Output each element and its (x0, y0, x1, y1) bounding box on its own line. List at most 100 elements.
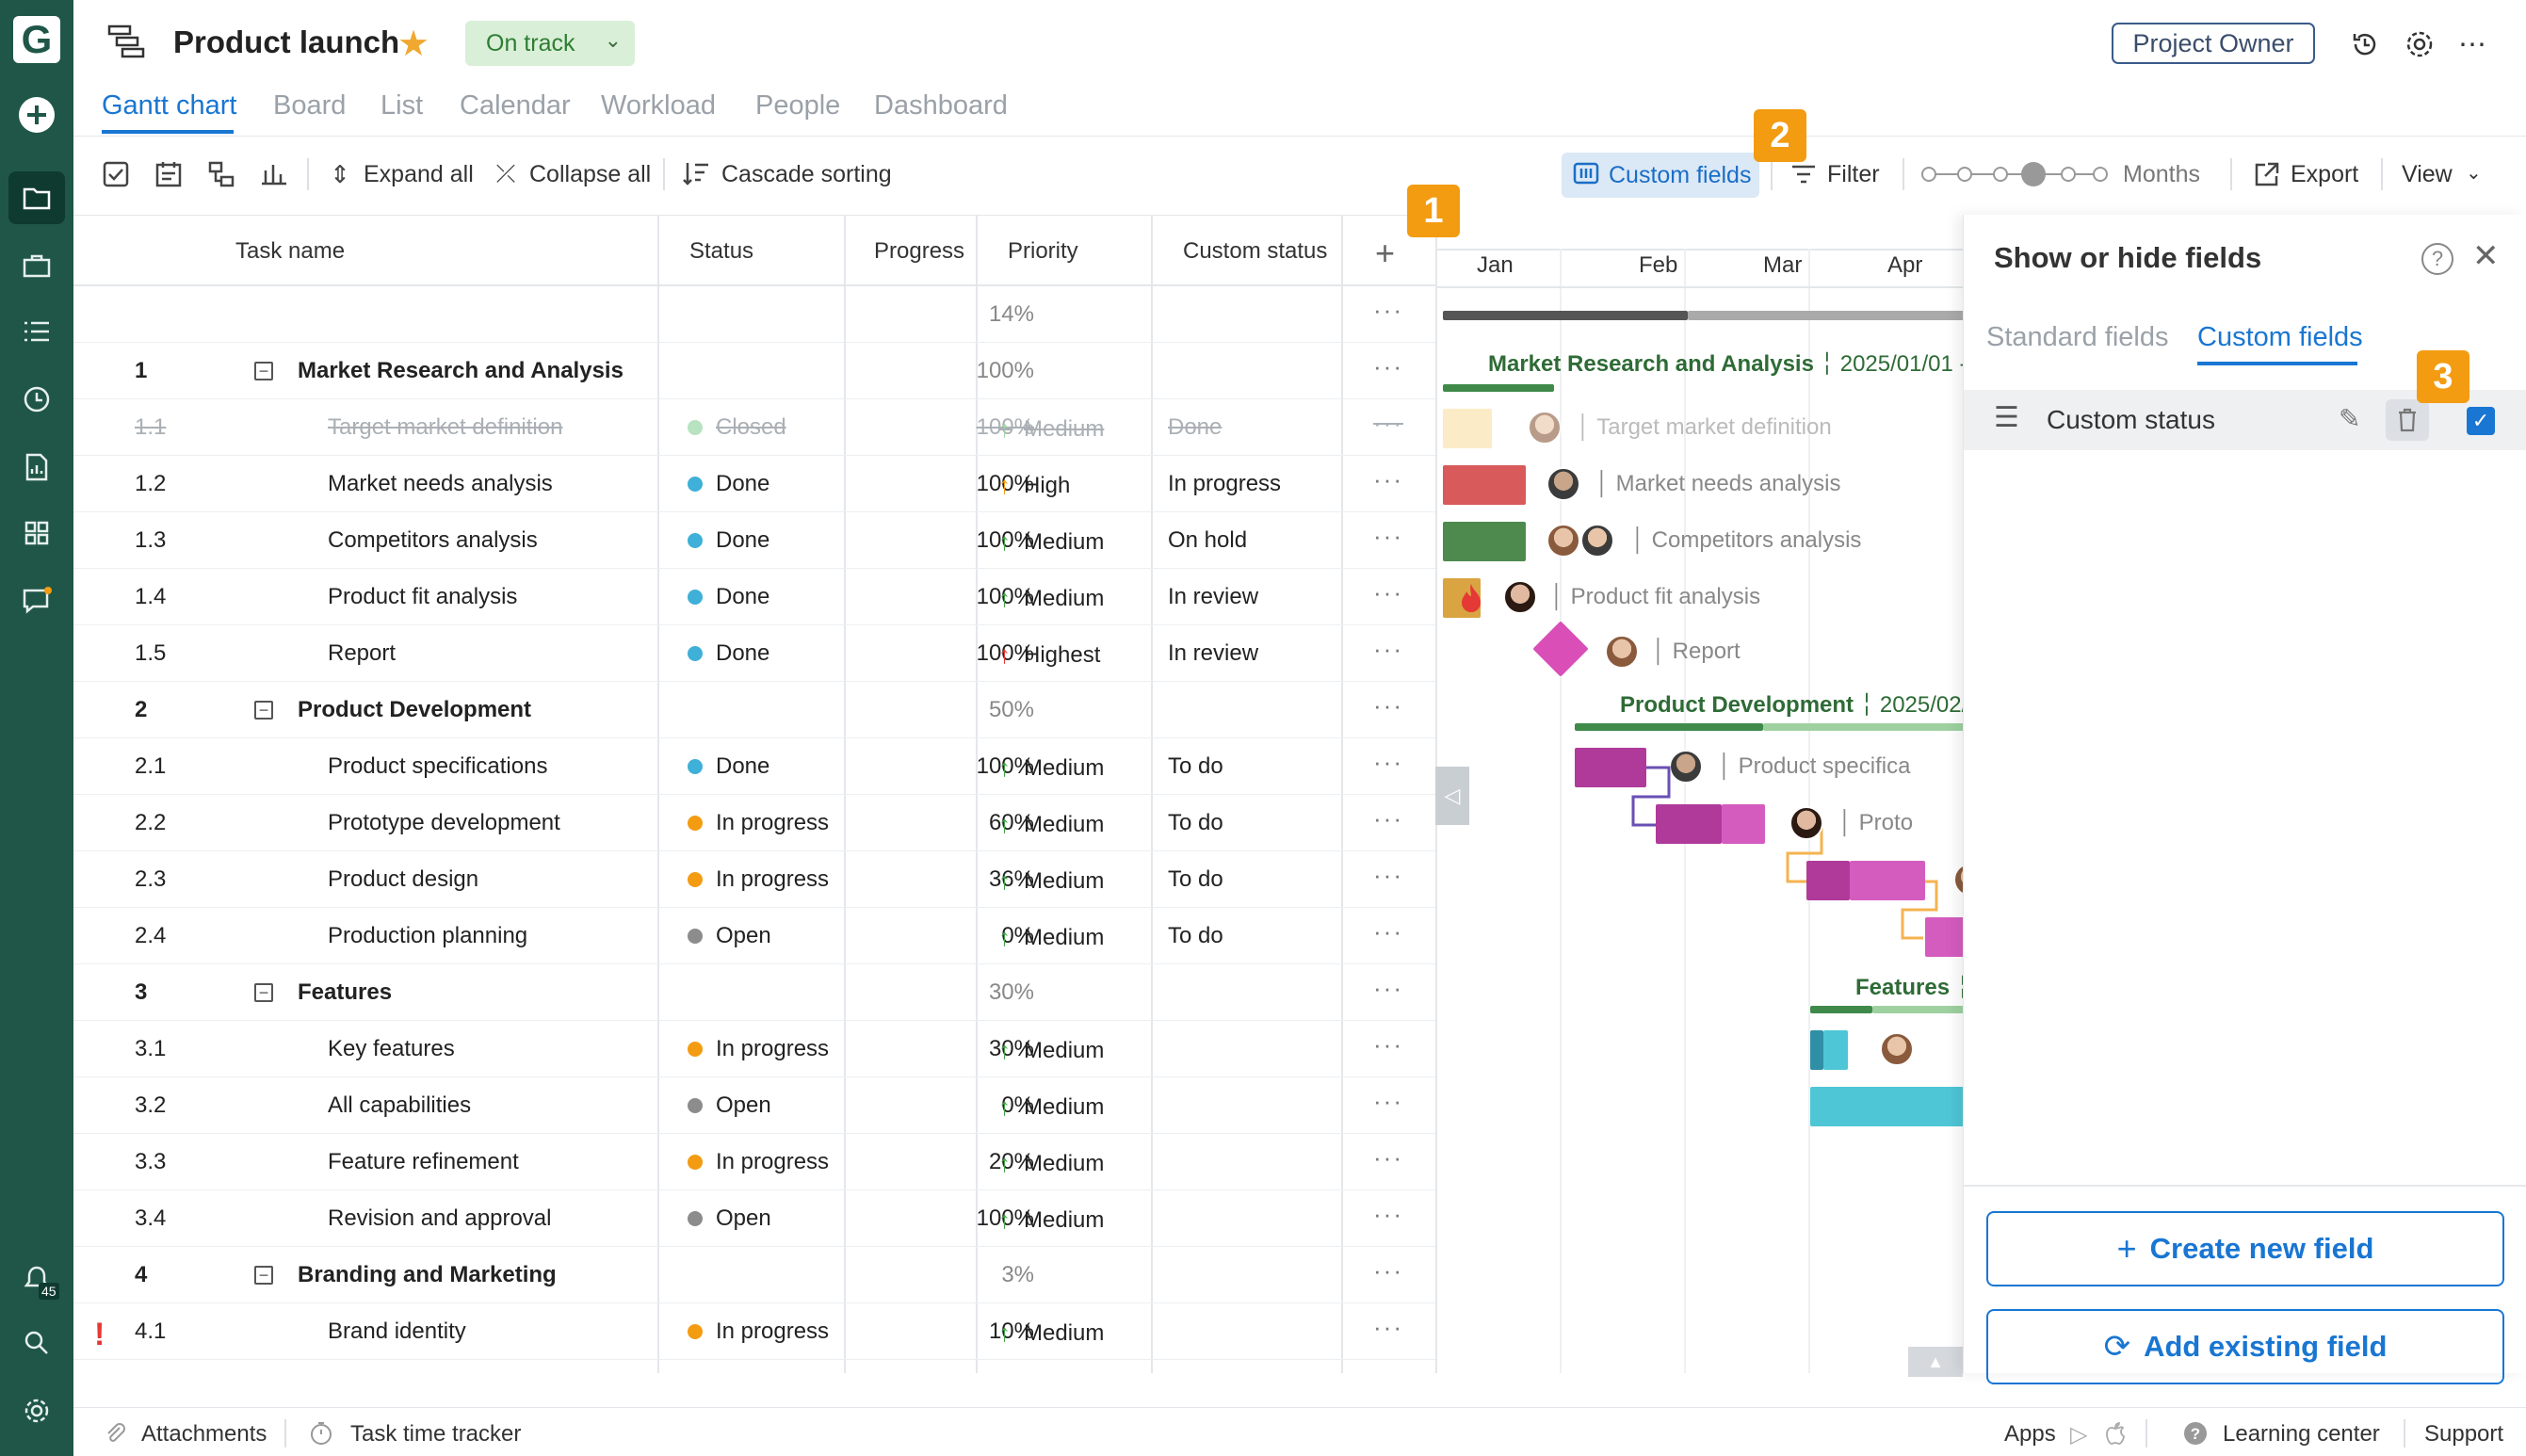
column-header-status[interactable]: Status (689, 238, 753, 265)
column-header-priority[interactable]: Priority (1008, 238, 1078, 265)
group-row[interactable]: 2 − Product Development 50% ··· (73, 682, 1435, 738)
collapse-toggle-icon[interactable]: − (254, 983, 273, 1002)
task-name[interactable]: Product design (328, 866, 478, 893)
row-more-icon[interactable]: ··· (1373, 465, 1403, 494)
zoom-step[interactable] (1957, 167, 1972, 182)
row-more-icon[interactable]: ··· (1373, 1313, 1403, 1342)
table-row[interactable]: 3.4 Revision and approval Open 100% ↑ Medium ·… (73, 1190, 1435, 1247)
table-row[interactable]: 2.1 Product specifications Done 100% ↑ Medium… (73, 738, 1435, 795)
task-name[interactable]: Production planning (328, 923, 527, 949)
tab-standard-fields[interactable]: Standard fields (1986, 322, 2168, 353)
task-priority[interactable]: ↑ Medium (998, 1318, 1104, 1348)
table-row[interactable]: 1.4 Product fit analysis Done 100% ↑ Medium In… (73, 569, 1435, 625)
table-row[interactable]: 2.4 Production planning Open 0% ↑ Medium To do… (73, 908, 1435, 964)
drag-handle-icon[interactable]: ☰ (1994, 401, 2019, 434)
portfolio-briefcase-icon[interactable] (18, 247, 56, 284)
cascade-sorting-button[interactable]: Cascade sorting (721, 161, 892, 188)
task-status[interactable]: Done (688, 640, 769, 667)
tab-dashboard[interactable]: Dashboard (874, 90, 1008, 121)
task-bar[interactable] (1810, 1087, 1963, 1126)
task-name[interactable]: Features (298, 979, 392, 1006)
table-row[interactable]: 1.1 Target market definition Closed 100% ↑ Me… (73, 399, 1435, 456)
sort-icon[interactable] (680, 158, 712, 190)
chat-icon[interactable] (18, 582, 56, 620)
row-more-icon[interactable]: ··· (1373, 578, 1403, 607)
attachments-button[interactable]: Attachments (141, 1421, 267, 1448)
task-status[interactable]: Closed (688, 414, 786, 441)
group-progress-bar[interactable] (1810, 1006, 1872, 1013)
group-row[interactable]: 1 − Market Research and Analysis 100% ··· (73, 343, 1435, 399)
row-more-icon[interactable]: ··· (1373, 1256, 1403, 1286)
row-more-icon[interactable]: ··· (1373, 296, 1403, 325)
baseline-icon[interactable] (258, 158, 290, 190)
apple-icon[interactable] (2104, 1421, 2127, 1452)
apps-label[interactable]: Apps (2004, 1421, 2056, 1448)
table-row[interactable]: 2.2 Prototype development In progress 60% ↑ M… (73, 795, 1435, 851)
task-custom-status[interactable]: On hold (1168, 527, 1247, 554)
row-more-icon[interactable]: ··· (1373, 917, 1403, 946)
task-priority[interactable]: ↑ Medium (998, 1205, 1104, 1235)
row-more-icon[interactable]: ··· (1373, 522, 1403, 551)
row-more-icon[interactable]: ··· (1373, 974, 1403, 1003)
tab-list[interactable]: List (381, 90, 423, 121)
tab-custom-fields[interactable]: Custom fields (2197, 322, 2363, 353)
calendar-settings-icon[interactable] (153, 158, 185, 190)
edit-pencil-icon[interactable]: ✎ (2339, 403, 2360, 434)
google-play-icon[interactable]: ▷ (2070, 1421, 2087, 1448)
task-status[interactable]: Open (688, 1092, 771, 1119)
resources-grid-icon[interactable] (18, 514, 56, 552)
table-row[interactable]: 3.2 All capabilities Open 0% ↑ Medium ··· (73, 1077, 1435, 1134)
close-icon[interactable]: ✕ (2472, 237, 2500, 275)
group-progress-bar-remaining[interactable] (1872, 1006, 1963, 1013)
task-name[interactable]: Brand identity (328, 1318, 466, 1345)
structure-icon[interactable] (205, 158, 237, 190)
task-status[interactable]: In progress (688, 1149, 829, 1175)
task-status[interactable]: Done (688, 471, 769, 497)
task-custom-status[interactable]: In progress (1168, 471, 1281, 497)
task-custom-status[interactable]: To do (1168, 753, 1223, 780)
row-more-icon[interactable]: ··· (1373, 1087, 1403, 1116)
history-icon[interactable] (2347, 26, 2383, 62)
task-bar-progress[interactable] (1806, 861, 1850, 900)
task-custom-status[interactable]: In review (1168, 640, 1258, 667)
task-bar[interactable] (1823, 1030, 1848, 1070)
table-row[interactable]: 1.3 Competitors analysis Done 100% ↑ Medium On… (73, 512, 1435, 569)
export-icon[interactable] (2251, 158, 2283, 190)
task-priority[interactable]: ↑ Medium (998, 527, 1104, 557)
tab-workload[interactable]: Workload (601, 90, 716, 121)
task-name[interactable]: Revision and approval (328, 1205, 551, 1232)
create-new-field-button[interactable]: + Create new field (1986, 1211, 2504, 1286)
task-bar[interactable] (1722, 804, 1765, 844)
group-row[interactable]: 4 − Branding and Marketing 3% ··· (73, 1247, 1435, 1303)
task-priority[interactable]: ↑ Medium (998, 810, 1104, 839)
logo-icon[interactable]: G (13, 16, 60, 63)
filter-button[interactable]: Filter (1827, 161, 1880, 188)
task-name[interactable]: Market needs analysis (328, 471, 553, 497)
task-priority[interactable]: ↑ Medium (998, 923, 1104, 952)
add-column-icon[interactable]: + (1375, 234, 1395, 273)
task-status[interactable]: In progress (688, 1318, 829, 1345)
collapse-grid-handle[interactable]: ◁ (1435, 767, 1469, 825)
task-name[interactable]: Product specifications (328, 753, 547, 780)
task-bar[interactable] (1850, 861, 1925, 900)
more-menu-icon[interactable]: ⋯ (2454, 26, 2490, 62)
delete-trash-icon[interactable] (2386, 399, 2429, 441)
table-row[interactable]: 1.5 Report Done 100% ↑ Highest In review ··· (73, 625, 1435, 682)
filter-icon[interactable] (1788, 158, 1820, 190)
row-more-icon[interactable]: ··· (1373, 691, 1403, 720)
table-row[interactable]: 2.3 Product design In progress 36% ↑ Medium To… (73, 851, 1435, 908)
task-name[interactable]: Report (328, 640, 396, 667)
row-more-icon[interactable]: ··· (1373, 861, 1403, 890)
search-icon[interactable] (18, 1324, 56, 1362)
column-header-progress[interactable]: Progress (874, 238, 964, 265)
projects-folder-icon[interactable] (8, 171, 65, 224)
project-owner-button[interactable]: Project Owner (2112, 23, 2315, 64)
select-checkbox-icon[interactable] (100, 158, 132, 190)
zoom-step[interactable] (2093, 167, 2108, 182)
task-status[interactable]: In progress (688, 1036, 829, 1062)
field-visible-checkbox[interactable]: ✓ (2467, 407, 2495, 435)
help-icon[interactable]: ? (2421, 243, 2453, 275)
task-status[interactable]: Done (688, 584, 769, 610)
collapse-all-button[interactable]: Collapse all (529, 161, 651, 188)
task-priority[interactable]: ↑ Medium (998, 584, 1104, 613)
